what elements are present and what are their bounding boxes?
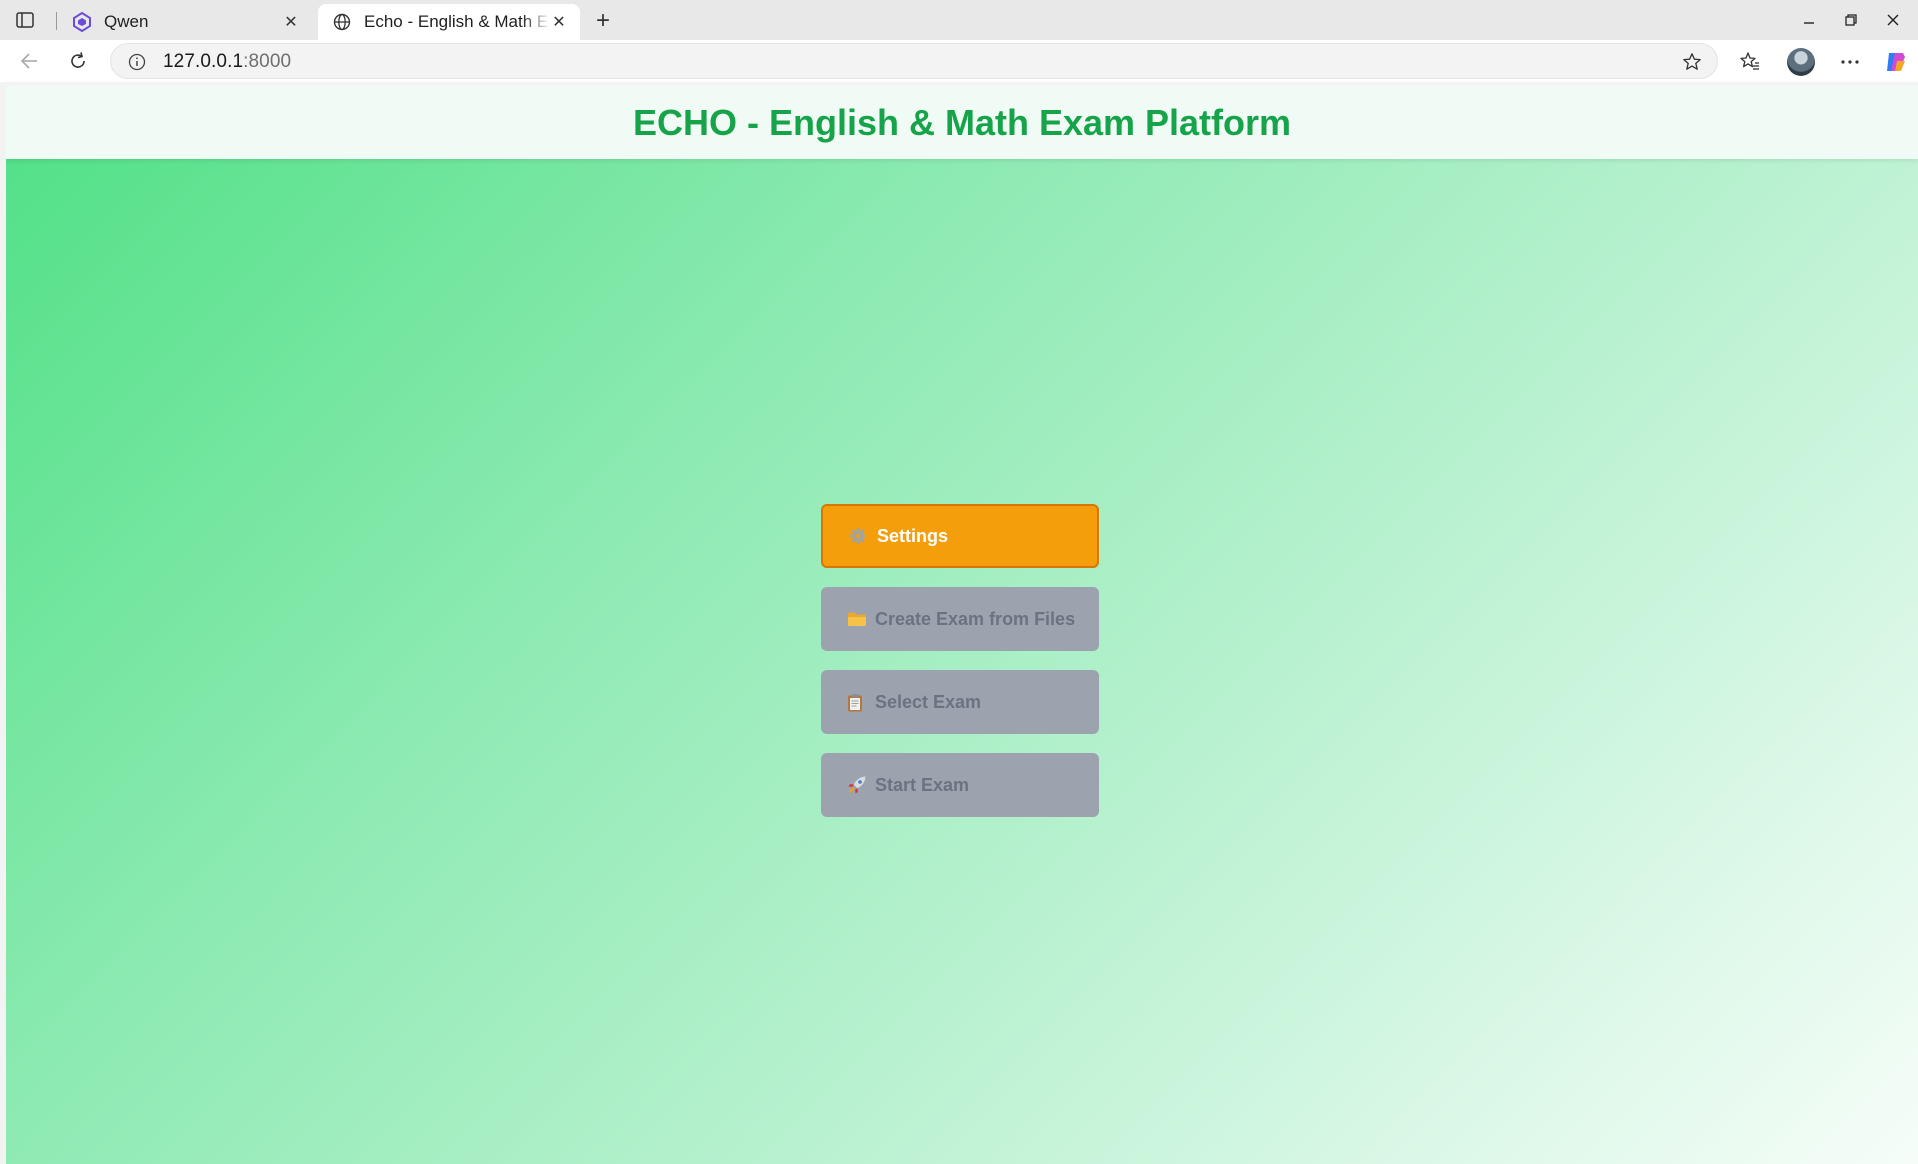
new-tab-icon[interactable]: + xyxy=(590,7,616,34)
page-title: ECHO - English & Math Exam Platform xyxy=(632,101,1292,143)
reload-icon[interactable] xyxy=(63,47,93,75)
select-exam-button[interactable]: Select Exam xyxy=(821,670,1099,734)
tab-echo[interactable]: Echo - English & Math Exam Platform ✕ xyxy=(318,4,580,40)
page-header: ECHO - English & Math Exam Platform xyxy=(6,86,1918,159)
copilot-icon[interactable] xyxy=(1882,48,1910,76)
create-exam-button[interactable]: Create Exam from Files xyxy=(821,587,1099,651)
tab-title: Echo - English & Math Exam Platform xyxy=(364,12,550,31)
tab-qwen[interactable]: Qwen ✕ xyxy=(58,4,312,40)
tab-title: Qwen xyxy=(104,12,149,31)
more-options-icon[interactable] xyxy=(1836,48,1864,76)
url-host: 127.0.0.1 xyxy=(163,51,244,72)
settings-label: Settings xyxy=(877,525,949,546)
settings-button[interactable]: Settings xyxy=(821,504,1099,568)
select-exam-label: Select Exam xyxy=(875,691,982,712)
clipboard-icon xyxy=(847,693,871,712)
url-text[interactable]: 127.0.0.1:8000 xyxy=(163,51,291,73)
close-icon[interactable]: ✕ xyxy=(282,13,300,31)
page-viewport: ECHO - English & Math Exam Platform Sett… xyxy=(6,86,1918,1164)
profile-avatar[interactable] xyxy=(1787,48,1815,76)
favorite-star-icon[interactable] xyxy=(1681,51,1703,73)
start-exam-button[interactable]: Start Exam xyxy=(821,753,1099,817)
minimize-icon[interactable] xyxy=(1796,8,1822,32)
close-icon[interactable]: ✕ xyxy=(550,13,568,31)
favorites-icon[interactable] xyxy=(1736,48,1764,76)
restore-icon[interactable] xyxy=(1838,8,1864,32)
start-exam-label: Start Exam xyxy=(875,774,970,795)
address-bar[interactable]: 127.0.0.1:8000 xyxy=(110,43,1718,79)
create-exam-label: Create Exam from Files xyxy=(875,608,1076,629)
browser-toolbar: 127.0.0.1:8000 xyxy=(0,40,1918,82)
back-arrow-icon[interactable] xyxy=(14,47,44,75)
gear-icon xyxy=(849,527,873,545)
browser-tab-bar: Qwen ✕ Echo - English & Math Exam Platfo… xyxy=(0,0,1918,40)
folder-icon xyxy=(847,611,871,627)
qwen-logo-icon xyxy=(72,12,92,32)
rocket-icon xyxy=(847,775,871,795)
globe-icon xyxy=(332,12,352,32)
tab-actions-icon[interactable] xyxy=(14,9,36,31)
main-menu: Settings Create Exam from Files Select E… xyxy=(821,504,1099,836)
window-close-icon[interactable] xyxy=(1880,8,1906,32)
tab-divider xyxy=(56,12,57,30)
site-info-icon[interactable] xyxy=(127,52,147,72)
url-port: :8000 xyxy=(243,51,292,72)
